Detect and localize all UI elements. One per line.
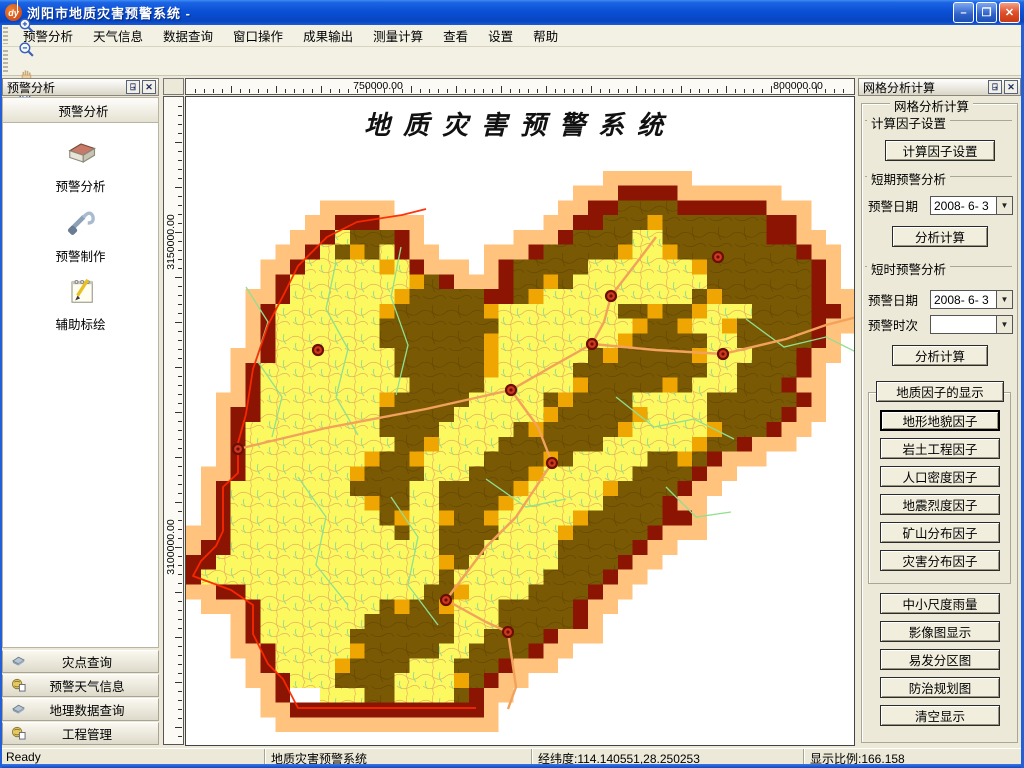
close-icon[interactable]: ✕ xyxy=(1004,80,1018,94)
prevention-plan-button[interactable]: 防治规划图 xyxy=(880,677,1000,698)
sidebar-item-warning-weather-info[interactable]: 预警天气信息 xyxy=(2,674,159,697)
sidebar-item-aux-plotting[interactable]: 辅助标绘 xyxy=(3,273,158,333)
item-label: 预警天气信息 xyxy=(32,676,158,695)
geo-factor-display-button[interactable]: 地质因子的显示 xyxy=(876,381,1004,402)
map-canvas[interactable]: 地质灾害预警系统 xyxy=(185,96,855,746)
status-coordinates: 经纬度:114.140551,28.250253 xyxy=(531,749,803,765)
time-label: 预警时次 xyxy=(868,315,930,334)
status-bar: Ready 地质灾害预警系统 经纬度:114.140551,28.250253 … xyxy=(0,748,1024,765)
left-panel-titlebar: 预警分析 ⍈ ✕ xyxy=(2,78,159,96)
grid-analysis-panel: 网格分析计算 计算因子设置 计算因子设置 短期预警分析 预警日期 2008- 6… xyxy=(858,97,1021,748)
left-panel-header[interactable]: 预警分析 xyxy=(2,97,159,123)
item-label: 预警分析 xyxy=(3,176,158,195)
short-time-label: 短时预警分析 xyxy=(867,259,950,278)
right-panel-title: 网格分析计算 xyxy=(863,79,935,96)
item-label: 地理数据查询 xyxy=(32,700,158,719)
ruler-left: 3150000.00 3100000.00 xyxy=(163,96,184,745)
menu-data-query[interactable]: 数据查询 xyxy=(153,23,223,48)
seismic-factor-button[interactable]: 地震烈度因子 xyxy=(880,494,1000,515)
ruler-top: 750000.00 800000.00 xyxy=(185,78,855,95)
sidebar-item-geo-data-query[interactable]: 地理数据查询 xyxy=(2,698,159,721)
ruler-corner xyxy=(163,78,184,95)
ruler-label: 3150000.00 xyxy=(164,214,178,269)
menu-window-ops[interactable]: 窗口操作 xyxy=(223,23,293,48)
calc-factor-setting-button[interactable]: 计算因子设置 xyxy=(885,140,995,161)
menu-measure-calc[interactable]: 测量计算 xyxy=(363,23,433,48)
menu-result-output[interactable]: 成果输出 xyxy=(293,23,363,48)
clear-display-button[interactable]: 清空显示 xyxy=(880,705,1000,726)
left-panel-header-label: 预警分析 xyxy=(9,101,158,120)
menu-view[interactable]: 查看 xyxy=(433,23,478,48)
item-label: 灾点查询 xyxy=(32,652,158,671)
zoom-out-icon[interactable] xyxy=(14,37,38,61)
toolbar-separator xyxy=(17,0,18,13)
screwdriver-icon xyxy=(63,230,99,244)
short-time-analyze-button[interactable]: 分析计算 xyxy=(892,345,988,366)
right-panel-titlebar: 网格分析计算 ⍈ ✕ xyxy=(858,78,1021,96)
menu-settings[interactable]: 设置 xyxy=(478,23,523,48)
warning-time-combobox[interactable]: ▼ xyxy=(930,315,1013,334)
terrain-factor-button[interactable]: 地形地貌因子 xyxy=(880,410,1000,431)
left-panel-items: 预警分析 预警制作 辅助标绘 xyxy=(2,123,159,648)
globe-doc-icon xyxy=(3,725,32,743)
window-title: 浏阳市地质灾害预警系统 - xyxy=(27,3,191,22)
globe-doc-icon xyxy=(3,677,32,695)
chevron-down-icon[interactable]: ▼ xyxy=(996,316,1012,333)
window-border xyxy=(0,25,2,768)
hazard-map xyxy=(186,97,855,746)
geotech-factor-button[interactable]: 岩土工程因子 xyxy=(880,438,1000,459)
menubar-grip-handle[interactable] xyxy=(3,27,8,44)
chevron-down-icon[interactable]: ▼ xyxy=(996,197,1012,214)
sidebar-item-project-management[interactable]: 工程管理 xyxy=(2,722,159,745)
restore-button[interactable]: ❐ xyxy=(976,2,997,23)
status-ready: Ready xyxy=(0,749,264,765)
status-scale: 显示比例:166.158 xyxy=(803,749,1024,765)
minimize-button[interactable]: – xyxy=(953,2,974,23)
sidebar-item-disaster-query[interactable]: 灾点查询 xyxy=(2,650,159,673)
pin-icon[interactable]: ⍈ xyxy=(988,80,1002,94)
short-time-date-combobox[interactable]: 2008- 6- 3 ▼ xyxy=(930,290,1013,309)
ruler-label: 750000.00 xyxy=(351,80,405,92)
plotter-icon xyxy=(3,701,32,719)
image-display-button[interactable]: 影像图显示 xyxy=(880,621,1000,642)
notepad-icon xyxy=(63,298,99,312)
date-value: 2008- 6- 3 xyxy=(931,199,996,213)
close-icon[interactable]: ✕ xyxy=(142,80,156,94)
item-label: 辅助标绘 xyxy=(3,314,158,333)
menu-bar: 预警分析 天气信息 数据查询 窗口操作 成果输出 测量计算 查看 设置 帮助 xyxy=(0,25,1024,47)
rainfall-scale-button[interactable]: 中小尺度雨量 xyxy=(880,593,1000,614)
book-icon xyxy=(63,160,99,174)
tool-bar: ? xyxy=(0,47,1024,76)
disaster-factor-button[interactable]: 灾害分布因子 xyxy=(880,550,1000,571)
status-document: 地质灾害预警系统 xyxy=(264,749,531,765)
factor-setting-label: 计算因子设置 xyxy=(867,113,950,132)
population-factor-button[interactable]: 人口密度因子 xyxy=(880,466,1000,487)
plotter-icon xyxy=(3,653,32,671)
sidebar-item-warning-analysis[interactable]: 预警分析 xyxy=(3,135,158,195)
sidebar-item-warning-production[interactable]: 预警制作 xyxy=(3,205,158,265)
short-term-analyze-button[interactable]: 分析计算 xyxy=(892,226,988,247)
left-panel-title: 预警分析 xyxy=(7,79,55,96)
menu-weather-info[interactable]: 天气信息 xyxy=(83,23,153,48)
close-button[interactable]: ✕ xyxy=(999,2,1020,23)
date-value: 2008- 6- 3 xyxy=(931,293,996,307)
title-bar: dy 浏阳市地质灾害预警系统 - – ❐ ✕ xyxy=(0,0,1024,25)
toolbar-grip-handle[interactable] xyxy=(3,50,8,72)
item-label: 工程管理 xyxy=(32,724,158,743)
menu-help[interactable]: 帮助 xyxy=(523,23,568,48)
pin-icon[interactable]: ⍈ xyxy=(126,80,140,94)
chevron-down-icon[interactable]: ▼ xyxy=(996,291,1012,308)
zoom-in-icon[interactable] xyxy=(14,13,38,37)
date-label: 预警日期 xyxy=(868,290,930,309)
mine-factor-button[interactable]: 矿山分布因子 xyxy=(880,522,1000,543)
window-border xyxy=(0,764,1024,768)
short-term-date-combobox[interactable]: 2008- 6- 3 ▼ xyxy=(930,196,1013,215)
short-term-label: 短期预警分析 xyxy=(867,169,950,188)
susceptibility-map-button[interactable]: 易发分区图 xyxy=(880,649,1000,670)
map-title: 地质灾害预警系统 xyxy=(186,105,854,142)
map-region: 750000.00 800000.00 3150000.00 3100000.0… xyxy=(161,76,858,748)
item-label: 预警制作 xyxy=(3,246,158,265)
date-label: 预警日期 xyxy=(868,196,930,215)
